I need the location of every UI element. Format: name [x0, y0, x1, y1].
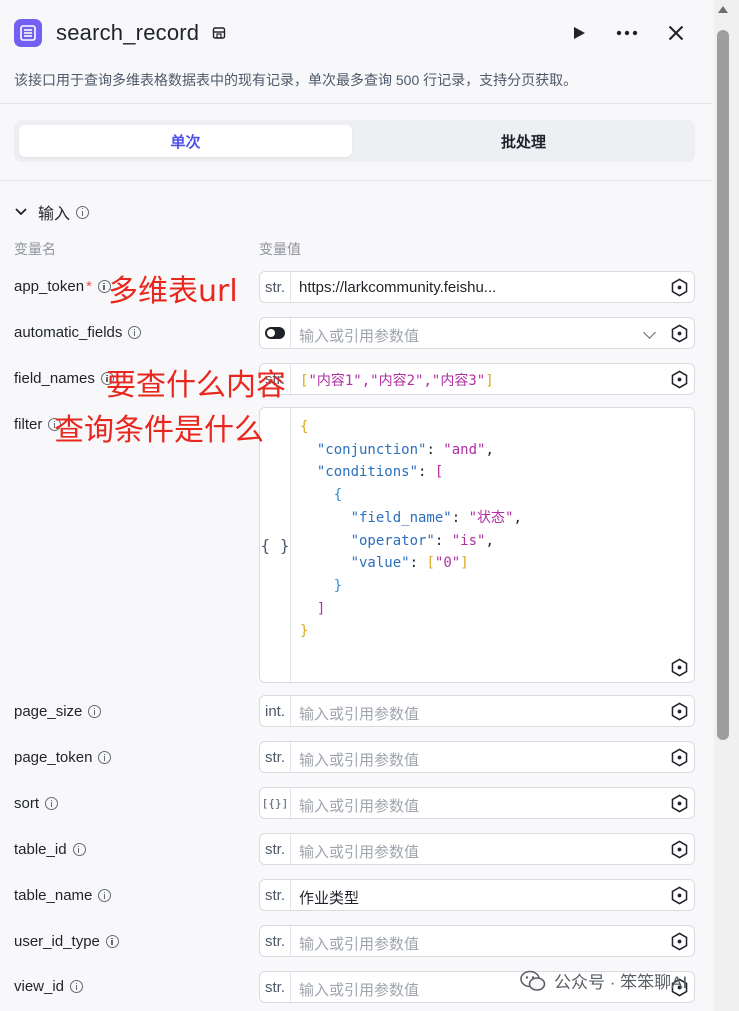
- sort-field[interactable]: [{}] 输入或引用参数值: [259, 787, 695, 819]
- info-icon[interactable]: [128, 326, 142, 339]
- play-icon: [574, 27, 585, 39]
- app-token-field[interactable]: str. https://larkcommunity.feishu...: [259, 271, 695, 303]
- page-token-placeholder: 输入或引用参数值: [299, 752, 420, 769]
- chevron-down-icon[interactable]: [643, 326, 656, 339]
- param-label-view-id: view_id: [14, 978, 84, 995]
- filter-json-code[interactable]: { "conjunction": "and", "conditions": [ …: [300, 416, 522, 643]
- param-label-page-token: page_token: [14, 749, 112, 766]
- toggle-icon: [265, 327, 285, 339]
- tab-batch[interactable]: 批处理: [357, 125, 690, 157]
- info-icon[interactable]: [98, 889, 112, 902]
- view-id-placeholder: 输入或引用参数值: [299, 982, 420, 999]
- annotation-app-token: 多维表url: [108, 274, 238, 309]
- close-button[interactable]: [663, 20, 689, 46]
- variable-reference-icon[interactable]: [670, 702, 689, 721]
- page-size-placeholder: 输入或引用参数值: [299, 706, 420, 723]
- page-title: search_record: [56, 20, 200, 45]
- tab-single[interactable]: 单次: [19, 125, 352, 157]
- table-id-field[interactable]: str. 输入或引用参数值: [259, 833, 695, 865]
- type-tag[interactable]: str.: [260, 272, 291, 302]
- variable-reference-icon[interactable]: [670, 370, 689, 389]
- close-icon: [668, 25, 684, 41]
- param-label-field-names: field_names: [14, 370, 114, 387]
- page-token-field[interactable]: str. 输入或引用参数值: [259, 741, 695, 773]
- inputs-section-header[interactable]: 输入: [14, 200, 90, 224]
- divider: [0, 180, 712, 181]
- plugin-node-panel: search_record 该接口用于查询多维表格数据表中的现有记录，单次最多查…: [0, 0, 712, 1011]
- required-mark: *: [86, 278, 92, 295]
- field-names-value[interactable]: ["内容1","内容2","内容3"]: [300, 370, 494, 390]
- plugin-store-icon: [212, 27, 226, 39]
- plugin-description: 该接口用于查询多维表格数据表中的现有记录，单次最多查询 500 行记录，支持分页…: [14, 72, 578, 88]
- column-header-name: 变量名: [14, 241, 56, 257]
- panel-header: search_record: [0, 0, 712, 66]
- type-tag[interactable]: str.: [260, 834, 291, 864]
- info-icon[interactable]: [72, 843, 86, 856]
- automatic-fields-placeholder: 输入或引用参数值: [299, 328, 420, 345]
- user-id-type-placeholder: 输入或引用参数值: [299, 936, 420, 953]
- scroll-up-arrow-icon[interactable]: [718, 6, 728, 13]
- scrollbar-thumb[interactable]: [717, 30, 729, 740]
- param-label-user-id-type: user_id_type: [14, 933, 119, 950]
- sort-placeholder: 输入或引用参数值: [299, 798, 420, 815]
- filter-json-editor[interactable]: { } { "conjunction": "and", "conditions"…: [259, 407, 695, 683]
- table-id-placeholder: 输入或引用参数值: [299, 844, 420, 861]
- app-token-value[interactable]: https://larkcommunity.feishu...: [299, 279, 659, 296]
- array-object-type-tag[interactable]: [{}]: [260, 788, 291, 818]
- annotation-filter: 查询条件是什么: [54, 413, 264, 448]
- variable-reference-icon[interactable]: [670, 794, 689, 813]
- param-label-sort: sort: [14, 795, 59, 812]
- object-type-tag[interactable]: { }: [260, 408, 291, 682]
- param-label-table-name: table_name: [14, 887, 112, 904]
- more-dots-icon: [616, 30, 638, 36]
- table-app-icon: [14, 19, 42, 47]
- mode-tabs: 单次 批处理: [14, 120, 695, 162]
- type-tag[interactable]: int.: [260, 696, 291, 726]
- divider: [0, 103, 712, 104]
- type-tag[interactable]: str.: [260, 742, 291, 772]
- annotation-field-names: 要查什么内容: [106, 368, 286, 403]
- field-names-field[interactable]: str. ["内容1","内容2","内容3"]: [259, 363, 695, 395]
- type-tag[interactable]: str.: [260, 972, 291, 1002]
- watermark: 公众号 · 笨笨聊AI: [520, 968, 687, 993]
- page-size-field[interactable]: int. 输入或引用参数值: [259, 695, 695, 727]
- param-label-page-size: page_size: [14, 703, 102, 720]
- info-icon[interactable]: [45, 797, 59, 810]
- user-id-type-field[interactable]: str. 输入或引用参数值: [259, 925, 695, 957]
- table-name-field[interactable]: str. 作业类型: [259, 879, 695, 911]
- variable-reference-icon[interactable]: [670, 886, 689, 905]
- type-tag[interactable]: str.: [260, 926, 291, 956]
- table-name-value[interactable]: 作业类型: [299, 887, 359, 908]
- info-icon[interactable]: [70, 980, 84, 993]
- section-title: 输入: [38, 206, 71, 223]
- param-label-table-id: table_id: [14, 841, 86, 858]
- info-icon[interactable]: [98, 751, 112, 764]
- info-icon[interactable]: [88, 705, 102, 718]
- variable-reference-icon[interactable]: [670, 658, 689, 677]
- variable-reference-icon[interactable]: [670, 324, 689, 343]
- more-button[interactable]: [614, 20, 640, 46]
- variable-reference-icon[interactable]: [670, 840, 689, 859]
- chevron-down-icon[interactable]: [14, 207, 28, 217]
- boolean-type-tag[interactable]: [260, 318, 291, 348]
- param-label-app-token: app_token *: [14, 278, 111, 295]
- info-icon[interactable]: [76, 205, 90, 219]
- automatic-fields-field[interactable]: 输入或引用参数值: [259, 317, 695, 349]
- info-icon[interactable]: [105, 935, 119, 948]
- variable-reference-icon[interactable]: [670, 932, 689, 951]
- variable-reference-icon[interactable]: [670, 278, 689, 297]
- run-button[interactable]: [566, 20, 592, 46]
- variable-reference-icon[interactable]: [670, 748, 689, 767]
- param-label-automatic-fields: automatic_fields: [14, 324, 142, 341]
- column-header-value: 变量值: [259, 241, 301, 257]
- wechat-icon: [520, 970, 546, 991]
- type-tag[interactable]: str.: [260, 880, 291, 910]
